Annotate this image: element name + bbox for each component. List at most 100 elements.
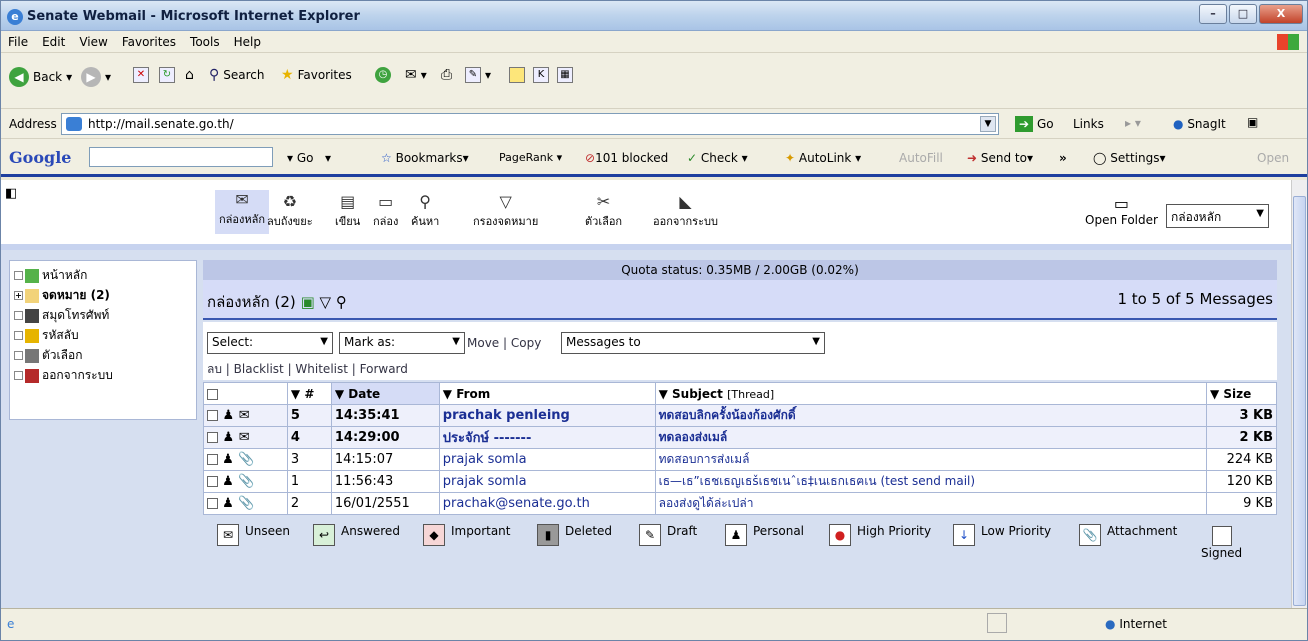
search-icon[interactable]: ⚲ xyxy=(336,293,347,311)
spellcheck-button[interactable]: ✓ Check ▾ xyxy=(687,151,748,165)
nav-logout[interactable]: ◣ ออกจากระบบ xyxy=(653,192,718,230)
copy-link[interactable]: Copy xyxy=(511,336,541,350)
table-row[interactable]: ♟ 📎 3 14:15:07 prajak somla ทดสอบการส่งเ… xyxy=(203,448,1277,471)
folder-options[interactable]: ตัวเลือก xyxy=(14,345,196,365)
messenger-button[interactable]: K xyxy=(533,67,549,83)
move-link[interactable]: Move xyxy=(467,336,499,350)
maximize-button[interactable]: □ xyxy=(1229,4,1257,24)
bookmarks-button[interactable]: ☆ Bookmarks▾ xyxy=(381,151,469,165)
google-news-button[interactable]: ▾ xyxy=(325,151,331,165)
folder-logout[interactable]: ออกจากระบบ xyxy=(14,365,196,385)
delete-link[interactable]: ลบ xyxy=(207,362,222,376)
mailbox-select[interactable]: กล่องหลัก ▼ xyxy=(1166,204,1269,228)
message-subject[interactable]: ทดลองส่งเมล์ xyxy=(654,426,1208,449)
message-subject[interactable]: ทดสอบการส่งเมล์ xyxy=(654,448,1208,471)
go-button[interactable]: ➔ Go xyxy=(1015,116,1054,132)
select-all-checkbox[interactable] xyxy=(203,382,288,405)
message-from[interactable]: prajak somla xyxy=(438,448,656,471)
folder-home[interactable]: หน้าหลัก xyxy=(14,265,196,285)
forward-link[interactable]: Forward xyxy=(360,362,408,376)
column-date[interactable]: ▼ Date xyxy=(330,382,440,405)
message-subject[interactable]: ลองส่งดูได้ล่ะเปล่า xyxy=(654,492,1208,515)
row-checkbox[interactable] xyxy=(207,498,218,509)
forward-button[interactable]: ▶ ▾ xyxy=(81,67,111,87)
edit-button[interactable]: ✎ ▾ xyxy=(465,67,491,83)
menu-edit[interactable]: Edit xyxy=(35,31,72,53)
links-button[interactable]: Links xyxy=(1073,117,1104,131)
snagit-capture-icon[interactable]: ▣ xyxy=(1247,115,1258,129)
favorites-button[interactable]: ★ Favorites xyxy=(281,67,352,83)
scrollbar-thumb[interactable] xyxy=(1293,196,1306,606)
nav-options[interactable]: ✂ ตัวเลือก xyxy=(585,192,622,230)
notes-button[interactable] xyxy=(509,67,525,83)
column-number[interactable]: ▼ # xyxy=(286,382,332,405)
message-subject[interactable]: ทดสอบลิกครั้งน้องก้องศักดิ์ xyxy=(654,404,1208,427)
table-row[interactable]: ♟ ✉ 5 14:35:41 prachak penleing ทดสอบลิก… xyxy=(203,404,1277,427)
google-search-input[interactable] xyxy=(89,147,273,167)
column-from[interactable]: ▼ From xyxy=(438,382,656,405)
home-button[interactable]: ⌂ xyxy=(185,67,194,83)
menu-file[interactable]: File xyxy=(1,31,35,53)
message-from[interactable]: prachak penleing xyxy=(438,404,656,427)
thread-link[interactable]: [Thread] xyxy=(727,388,774,401)
messages-to-dropdown[interactable]: Messages to ▼ xyxy=(561,332,825,354)
nav-compose[interactable]: ▤ เขียน xyxy=(335,192,360,230)
filter-icon[interactable]: ▽ xyxy=(320,293,332,311)
address-input[interactable]: http://mail.senate.go.th/ ▼ xyxy=(61,113,999,135)
open-folder-button[interactable]: ▭ Open Folder xyxy=(1085,194,1158,227)
links-menu-icon[interactable]: ▸ ▾ xyxy=(1125,116,1141,130)
nav-folders[interactable]: ▭ กล่อง xyxy=(373,192,398,230)
tree-expander[interactable]: + xyxy=(14,291,23,300)
autolink-button[interactable]: ✦ AutoLink ▾ xyxy=(785,151,861,165)
minimize-button[interactable]: – xyxy=(1199,4,1227,24)
menu-help[interactable]: Help xyxy=(227,31,268,53)
blacklist-link[interactable]: Blacklist xyxy=(234,362,284,376)
popup-blocker[interactable]: ⊘101 blocked xyxy=(585,151,668,165)
folder-password[interactable]: รหัสลับ xyxy=(14,325,196,345)
message-subject[interactable]: เธ—เธ”เธชเธญเธšเธชเนˆเธ‡เนเธกเธฅเน (test… xyxy=(654,470,1208,493)
message-from[interactable]: ประจักษ์ ------- xyxy=(438,426,656,449)
table-row[interactable]: ♟ 📎 2 16/01/2551 prachak@senate.go.th ลอ… xyxy=(203,492,1277,515)
row-checkbox[interactable] xyxy=(207,476,218,487)
print-button[interactable]: ⎙ xyxy=(441,67,452,83)
message-from[interactable]: prajak somla xyxy=(438,470,656,493)
google-go-button[interactable]: ▾ Go xyxy=(287,151,313,165)
nav-empty-trash[interactable]: ♻ ลบถังขยะ xyxy=(267,192,313,230)
table-row[interactable]: ♟ ✉ 4 14:29:00 ประจักษ์ ------- ทดลองส่ง… xyxy=(203,426,1277,449)
row-checkbox[interactable] xyxy=(207,410,218,421)
nav-filters[interactable]: ▽ กรองจดหมาย xyxy=(473,192,538,230)
autofill-button[interactable]: AutoFill xyxy=(899,151,943,165)
google-logo[interactable]: Google xyxy=(9,148,71,167)
column-subject[interactable]: ▼ Subject [Thread] xyxy=(654,382,1208,405)
refresh-button[interactable]: ↻ xyxy=(159,67,175,83)
pagerank-indicator[interactable]: PageRank ▾ xyxy=(499,151,562,164)
message-from[interactable]: prachak@senate.go.th xyxy=(438,492,656,515)
folder-address-book[interactable]: สมุดโทรศัพท์ xyxy=(14,305,196,325)
refresh-icon[interactable]: ▣ xyxy=(301,293,315,311)
column-size[interactable]: ▼ Size xyxy=(1206,382,1277,405)
settings-button[interactable]: ◯ Settings▾ xyxy=(1093,151,1166,165)
menu-view[interactable]: View xyxy=(72,31,114,53)
stop-button[interactable]: ✕ xyxy=(133,67,149,83)
folder-mail[interactable]: + จดหมาย (2) xyxy=(14,285,196,305)
row-checkbox[interactable] xyxy=(207,454,218,465)
snagit-button[interactable]: ● SnagIt xyxy=(1173,117,1226,131)
history-button[interactable]: ◷ xyxy=(375,67,391,83)
row-checkbox[interactable] xyxy=(207,432,218,443)
menu-tools[interactable]: Tools xyxy=(183,31,227,53)
whitelist-link[interactable]: Whitelist xyxy=(295,362,348,376)
more-chevron-icon[interactable]: » xyxy=(1059,151,1067,165)
send-to-button[interactable]: ➜ Send to▾ xyxy=(967,151,1033,165)
nav-search[interactable]: ⚲ ค้นหา xyxy=(411,192,439,230)
mark-as-dropdown[interactable]: Mark as: ▼ xyxy=(339,332,465,354)
back-button[interactable]: ◀ Back ▾ xyxy=(9,67,72,87)
search-button[interactable]: ⚲ Search xyxy=(209,67,265,83)
select-dropdown[interactable]: Select: ▼ xyxy=(207,332,333,354)
nav-inbox[interactable]: ✉ กล่องหลัก xyxy=(215,190,270,234)
menu-favorites[interactable]: Favorites xyxy=(115,31,183,53)
research-button[interactable]: ▦ xyxy=(557,67,573,83)
mail-button[interactable]: ✉ ▾ xyxy=(405,67,427,83)
open-button[interactable]: Open xyxy=(1257,151,1289,165)
address-dropdown[interactable]: ▼ xyxy=(980,116,996,132)
close-button[interactable]: X xyxy=(1259,4,1303,24)
